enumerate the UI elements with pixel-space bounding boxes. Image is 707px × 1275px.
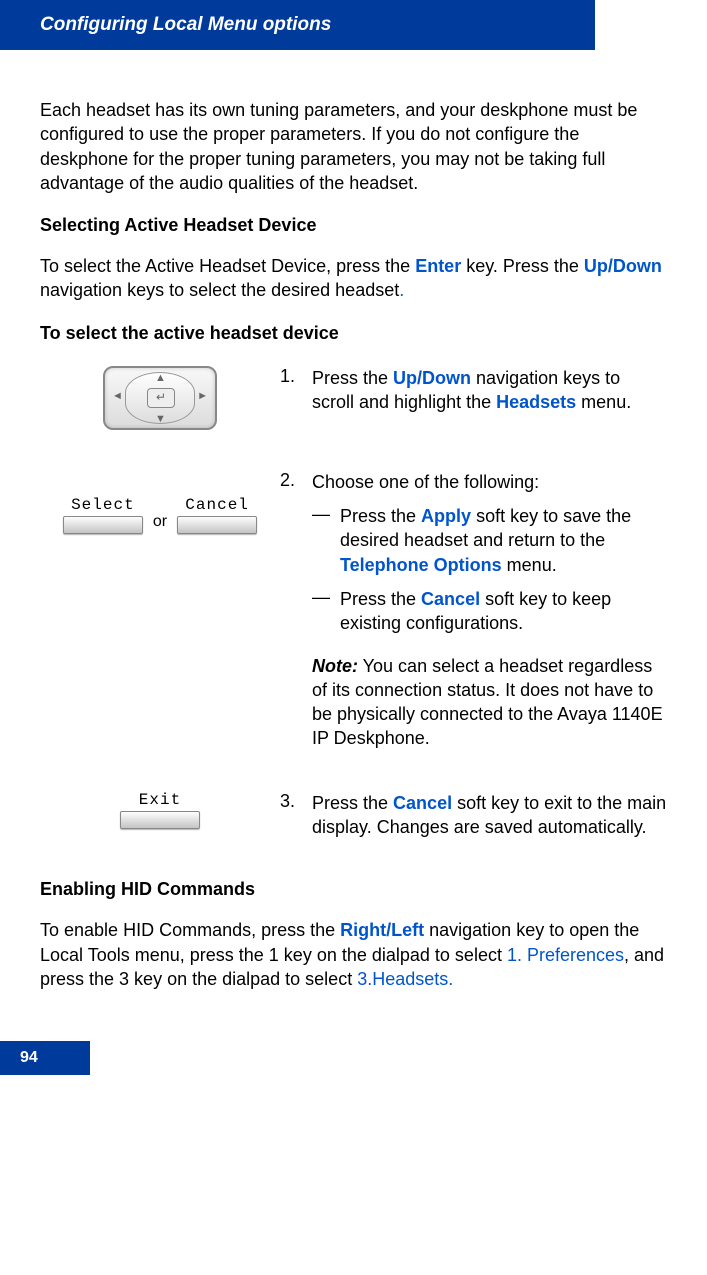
exit-softkey: Exit [120,791,200,829]
text: Press the [340,506,421,526]
note-label: Note: [312,656,358,676]
text: . [399,280,404,300]
step-1-body: Press the Up/Down navigation keys to scr… [312,366,667,415]
step-number: 1. [280,366,312,415]
section1-lead: To select the Active Headset Device, pre… [40,254,667,303]
section-title-hid: Enabling HID Commands [40,879,667,900]
step-3-body: Press the Cancel soft key to exit to the… [312,791,667,840]
cancel-softkey-label: Cancel [185,496,249,514]
updown-key-ref: Up/Down [584,256,662,276]
exit-softkey-label: Exit [139,791,181,809]
or-text: or [153,499,167,531]
preferences-ref: 1. Preferences [507,945,624,965]
text: To enable HID Commands, press the [40,920,340,940]
step-2a-body: Press the Apply soft key to save the des… [340,504,667,577]
text: Press the [340,589,421,609]
dash-bullet: — [312,504,340,577]
section-title-toselect: To select the active headset device [40,323,667,344]
softkey-button-icon [177,516,257,534]
page-number-value: 94 [20,1049,38,1066]
cancel-softkey-ref: Cancel [421,589,480,609]
softkey-button-icon [63,516,143,534]
text: Press the [312,368,393,388]
select-softkey-label: Select [71,496,135,514]
step-number: 3. [280,791,312,840]
text: menu. [502,555,557,575]
right-left-key-ref: Right/Left [340,920,424,940]
text: To select the Active Headset Device, pre… [40,256,415,276]
intro-paragraph: Each headset has its own tuning paramete… [40,98,667,195]
section3-body: To enable HID Commands, press the Right/… [40,918,667,991]
telephone-options-ref: Telephone Options [340,555,502,575]
nav-pad-illustration: ▲ ▼ ◄ ► ↵ [40,366,280,430]
section-title-selecting: Selecting Active Headset Device [40,215,667,236]
page-header-title: Configuring Local Menu options [40,14,331,35]
headsets-menu-ref: Headsets [496,392,576,412]
step-2b-body: Press the Cancel soft key to keep existi… [340,587,667,636]
step-number: 2. [280,470,312,494]
headsets-ref: 3.Headsets. [357,969,453,989]
step-2-intro: Choose one of the following: [312,470,667,494]
select-softkey: Select [63,496,143,534]
dash-bullet: — [312,587,340,636]
text: Press the [312,793,393,813]
page-content: Each headset has its own tuning paramete… [0,50,707,1021]
text: menu. [576,392,631,412]
text: key. Press the [461,256,584,276]
text: navigation keys to select the desired he… [40,280,399,300]
enter-key-ref: Enter [415,256,461,276]
step-3-row: Exit 3. Press the Cancel soft key to exi… [40,791,667,840]
softkey-button-icon [120,811,200,829]
cancel-softkey: Cancel [177,496,257,534]
cancel-softkey-ref: Cancel [393,793,452,813]
apply-softkey-ref: Apply [421,506,471,526]
note-body: You can select a headset regardless of i… [312,656,663,749]
step-2-note: Note: You can select a headset regardles… [312,654,667,751]
softkey-illustration-select-cancel: Select or Cancel [40,470,280,534]
step-1-row: ▲ ▼ ◄ ► ↵ 1. Press the Up/Down navigatio… [40,366,667,430]
page-number: 94 [0,1041,90,1075]
updown-key-ref: Up/Down [393,368,471,388]
nav-pad-icon: ▲ ▼ ◄ ► ↵ [103,366,217,430]
step-2-row: Select or Cancel 2. Choose one of the fo… [40,470,667,751]
softkey-illustration-exit: Exit [40,791,280,829]
page-header: Configuring Local Menu options [0,0,595,50]
